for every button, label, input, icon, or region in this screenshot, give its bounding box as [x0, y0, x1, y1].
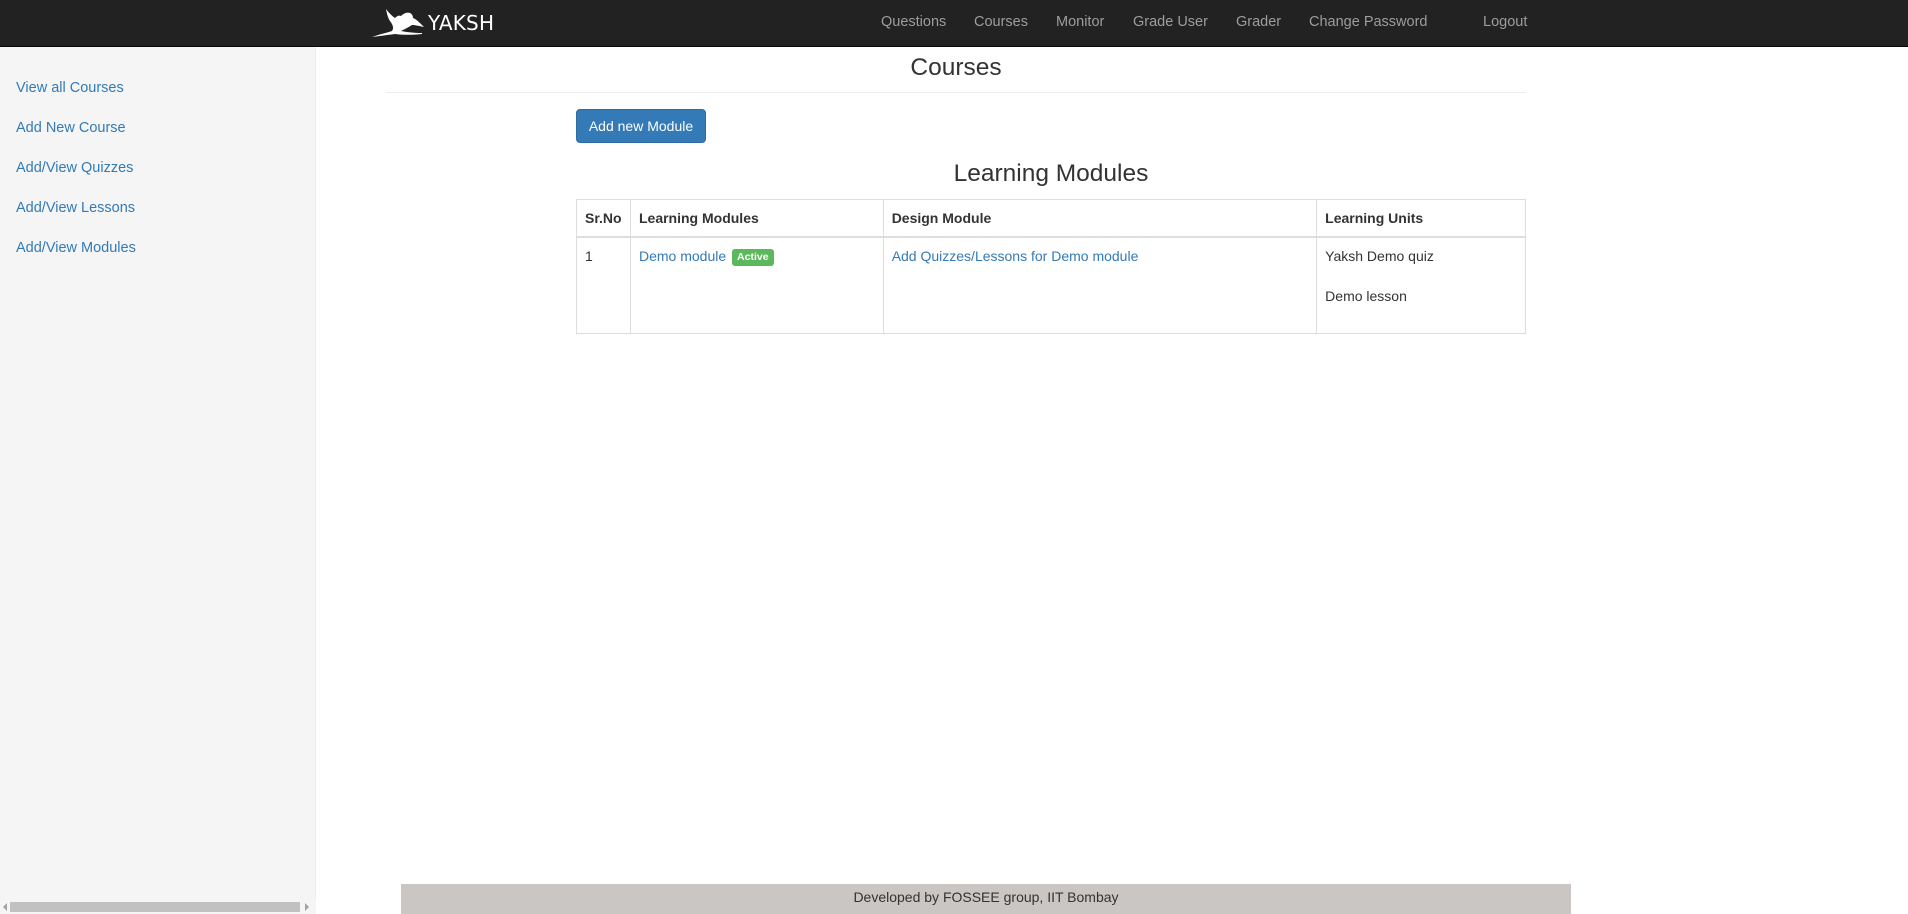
cell-module: Demo module Active [629, 236, 884, 334]
sidebar-item-quizzes[interactable]: Add/View Quizzes [16, 160, 133, 176]
page-title: Courses [910, 54, 1002, 81]
nav-change-password[interactable]: Change Password [1309, 0, 1428, 44]
learning-modules-heading: Learning Modules [953, 160, 1149, 187]
learning-unit-item: Demo lesson [1325, 288, 1407, 304]
nav-grade-user[interactable]: Grade User [1133, 0, 1208, 44]
learning-unit-item: Yaksh Demo quiz [1325, 248, 1434, 264]
brand-name: YAKSH [428, 11, 495, 35]
cell-learning-units: Yaksh Demo quiz Demo lesson [1316, 236, 1526, 334]
sidebar-item-add-new-course[interactable]: Add New Course [16, 120, 126, 136]
brand-link[interactable]: YAKSH [370, 6, 494, 40]
learning-modules-table: Sr.No Learning Modules Design Module Lea… [576, 199, 1526, 334]
nav-courses[interactable]: Courses [974, 0, 1028, 44]
add-new-module-button[interactable]: Add new Module [576, 109, 706, 143]
sidebar-item-lessons[interactable]: Add/View Lessons [16, 200, 135, 216]
nav-monitor[interactable]: Monitor [1056, 0, 1104, 44]
top-navbar: YAKSH Questions Courses Monitor Grade Us… [0, 0, 1908, 47]
scroll-left-arrow-icon[interactable] [3, 903, 7, 911]
table-header-row: Sr.No Learning Modules Design Module Lea… [576, 199, 1526, 238]
sidebar-item-modules[interactable]: Add/View Modules [16, 240, 136, 256]
sidebar-item-view-all-courses[interactable]: View all Courses [16, 80, 124, 96]
cell-design-module: Add Quizzes/Lessons for Demo module [882, 236, 1318, 334]
sidebar-horizontal-scrollbar[interactable] [0, 900, 316, 914]
nav-grader[interactable]: Grader [1236, 0, 1281, 44]
status-badge: Active [732, 249, 774, 266]
module-link[interactable]: Demo module [639, 248, 726, 264]
crane-bird-logo-icon [370, 6, 426, 40]
header-learning-units: Learning Units [1316, 199, 1526, 238]
table-row: 1 Demo module Active Add Quizzes/Lessons… [576, 236, 1526, 334]
design-module-link[interactable]: Add Quizzes/Lessons for Demo module [892, 248, 1139, 264]
scroll-right-arrow-icon[interactable] [305, 903, 309, 911]
sidebar: View all Courses Add New Course Add/View… [0, 47, 316, 914]
nav-logout[interactable]: Logout [1483, 0, 1527, 44]
header-learning-modules: Learning Modules [629, 199, 884, 238]
footer: Developed by FOSSEE group, IIT Bombay [401, 884, 1571, 914]
cell-sr-no: 1 [576, 236, 631, 334]
scrollbar-thumb[interactable] [10, 902, 300, 912]
title-divider [386, 92, 1526, 93]
header-sr-no: Sr.No [576, 199, 631, 238]
header-design-module: Design Module [882, 199, 1318, 238]
nav-questions[interactable]: Questions [881, 0, 946, 44]
